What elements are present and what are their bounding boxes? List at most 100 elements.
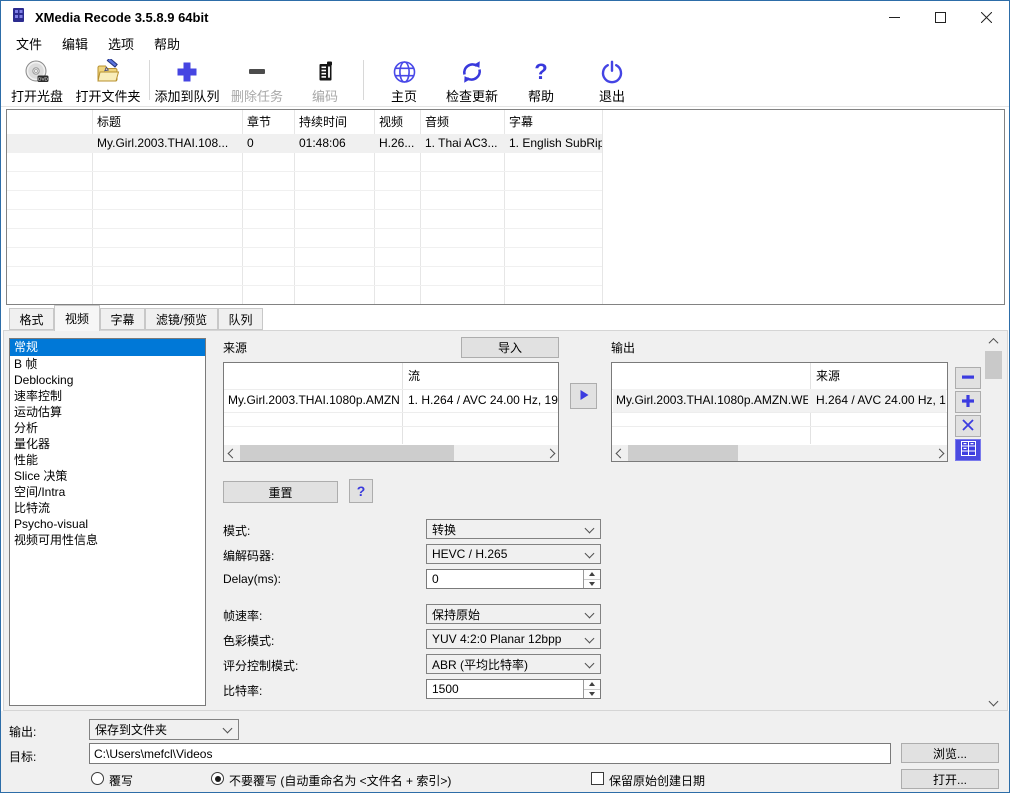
matrix-editor-button[interactable] [955,439,981,461]
maximize-button[interactable] [917,1,963,33]
list-item-general[interactable]: 常规 [10,339,205,356]
toolbar: DVD 打开光盘 打开文件夹 添加到队列 删除任务 [1,55,1009,107]
keep-creation-date-label[interactable]: 保留原始创建日期 [609,772,705,789]
plus-icon [174,58,200,86]
no-overwrite-radio-label[interactable]: 不要覆写 (自动重命名为 <文件名 + 索引>) [229,772,451,789]
list-item-deblocking[interactable]: Deblocking [10,372,205,388]
scroll-down-arrow[interactable] [985,693,1002,710]
column-divider [402,363,403,444]
no-overwrite-radio[interactable] [211,772,224,785]
spin-down-button[interactable] [584,580,600,589]
framerate-select[interactable]: 保持原始 [426,604,601,624]
cell-video: H.26... [374,134,420,153]
tab-queue[interactable]: 队列 [218,308,263,330]
stream-column-header[interactable]: 流 [408,363,420,389]
bitrate-label: 比特率: [223,682,262,699]
folder-icon [95,58,122,86]
list-item-bitstream[interactable]: 比特流 [10,500,205,516]
table-row[interactable]: My.Girl.2003.THAI.108... 0 01:48:06 H.26… [7,134,602,153]
bitrate-input[interactable]: 1500 [426,679,601,699]
column-header-subtitle[interactable]: 字幕 [504,110,602,134]
list-item-bframes[interactable]: B 帧 [10,356,205,372]
overwrite-radio[interactable] [91,772,104,785]
list-item-spatial-intra[interactable]: 空间/Intra [10,484,205,500]
column-header-duration[interactable]: 持续时间 [294,110,374,134]
output-mode-select[interactable]: 保存到文件夹 [89,719,239,740]
help-button[interactable]: ? 帮助 [516,58,566,105]
scroll-left-arrow[interactable] [224,445,240,461]
source-horizontal-scrollbar[interactable] [224,445,558,461]
minimize-button[interactable] [871,1,917,33]
menu-file[interactable]: 文件 [6,32,52,56]
scrollbar-thumb[interactable] [240,445,454,461]
output-stream-info[interactable]: H.264 / AVC 24.00 Hz, 192 [816,389,946,412]
list-item-motion-estimation[interactable]: 运动估算 [10,404,205,420]
remove-stream-button[interactable] [955,367,981,389]
column-header-chapter[interactable]: 章节 [242,110,294,134]
codec-help-button[interactable]: ? [349,479,373,503]
import-button[interactable]: 导入 [461,337,559,358]
add-to-queue-label: 添加到队列 [154,86,219,105]
column-header-audio[interactable]: 音频 [420,110,504,134]
open-disc-button[interactable]: DVD 打开光盘 [5,58,69,105]
open-folder-button[interactable]: 打开文件夹 [71,58,145,105]
mode-label: 模式: [223,522,250,539]
color-mode-select[interactable]: YUV 4:2:0 Planar 12bpp [426,629,601,649]
reset-button[interactable]: 重置 [223,481,338,503]
scrollbar-thumb[interactable] [628,445,738,461]
add-stream-button[interactable] [955,391,981,413]
mode-select[interactable]: 转换 [426,519,601,539]
source-stream-info[interactable]: 1. H.264 / AVC 24.00 Hz, 1920 [408,389,558,412]
spin-up-button[interactable] [584,680,600,690]
encode-label: 编码 [312,86,338,105]
output-horizontal-scrollbar[interactable] [612,445,947,461]
apply-to-output-button[interactable] [570,383,597,409]
tab-page-vertical-scrollbar[interactable] [985,333,1002,710]
scrollbar-thumb[interactable] [985,351,1002,379]
column-header-title[interactable]: 标题 [92,110,242,134]
target-path-input[interactable] [89,743,891,764]
tab-filter-preview[interactable]: 滤镜/预览 [145,308,218,330]
help-label: 帮助 [528,86,554,105]
menu-options[interactable]: 选项 [98,32,144,56]
add-to-queue-button[interactable]: 添加到队列 [153,58,221,105]
list-item-vui[interactable]: 视频可用性信息 [10,532,205,548]
list-item-quantizer[interactable]: 量化器 [10,436,205,452]
menu-edit[interactable]: 编辑 [52,32,98,56]
browse-button[interactable]: 浏览... [901,743,999,763]
spin-down-button[interactable] [584,690,600,699]
quit-button[interactable]: 退出 [586,58,638,105]
tab-format[interactable]: 格式 [9,308,54,330]
chevron-down-icon [585,608,595,618]
list-item-analysis[interactable]: 分析 [10,420,205,436]
rate-control-select[interactable]: ABR (平均比特率) [426,654,601,674]
tab-video[interactable]: 视频 [54,305,100,331]
list-item-performance[interactable]: 性能 [10,452,205,468]
list-item-psycho-visual[interactable]: Psycho-visual [10,516,205,532]
app-window: XMedia Recode 3.5.8.9 64bit 文件 编辑 选项 帮助 … [0,0,1010,793]
source-file-name[interactable]: My.Girl.2003.THAI.1080p.AMZN.... [228,389,400,412]
chevron-down-icon [223,724,233,734]
list-item-rate-control[interactable]: 速率控制 [10,388,205,404]
row-divider [612,412,947,413]
home-button[interactable]: 主页 [379,58,429,105]
list-item-slice-decision[interactable]: Slice 决策 [10,468,205,484]
tab-subtitle[interactable]: 字幕 [100,308,145,330]
scroll-up-arrow[interactable] [985,333,1002,350]
open-button[interactable]: 打开... [901,769,999,789]
delay-input[interactable]: 0 [426,569,601,589]
overwrite-radio-label[interactable]: 覆写 [109,772,133,789]
scroll-right-arrow[interactable] [931,445,947,461]
keep-creation-date-checkbox[interactable] [591,772,604,785]
scroll-left-arrow[interactable] [612,445,628,461]
close-button[interactable] [963,1,1009,33]
scroll-right-arrow[interactable] [542,445,558,461]
codec-select[interactable]: HEVC / H.265 [426,544,601,564]
column-header-video[interactable]: 视频 [374,110,420,134]
clear-streams-button[interactable] [955,415,981,437]
menu-help[interactable]: 帮助 [144,32,190,56]
output-file-name[interactable]: My.Girl.2003.THAI.1080p.AMZN.WE... [616,389,808,412]
output-source-column-header[interactable]: 来源 [816,363,840,389]
check-update-button[interactable]: 检查更新 [441,58,503,105]
spin-up-button[interactable] [584,570,600,580]
